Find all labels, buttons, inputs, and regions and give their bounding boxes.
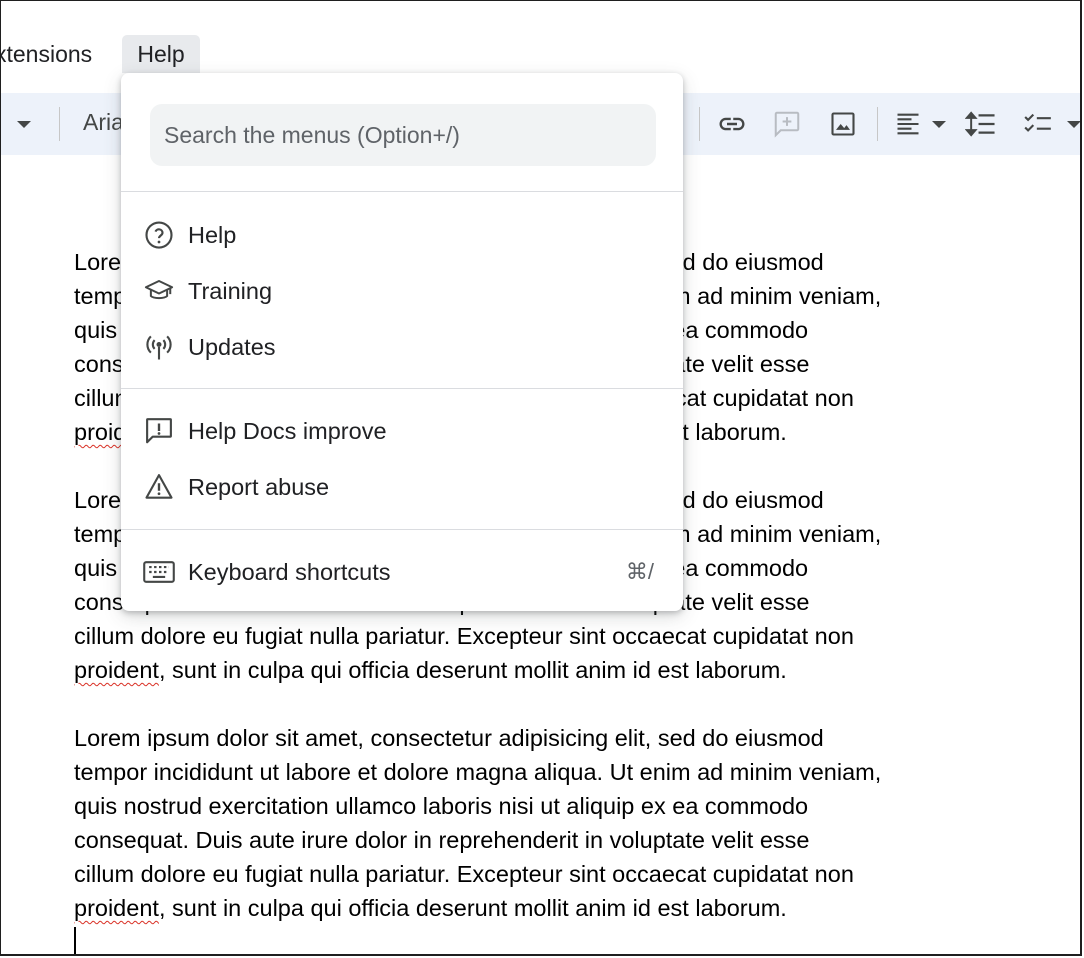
feedback-icon [143,415,175,447]
misspelled-word[interactable]: proident [74,657,159,683]
menu-extensions[interactable]: xtensions [1,35,92,73]
menu-item-help-docs-improve[interactable]: Help Docs improve [121,404,683,458]
help-circle-icon [143,219,175,251]
menu-search-box[interactable] [150,104,656,166]
menu-item-keyboard-shortcuts[interactable]: Keyboard shortcuts ⌘/ [121,545,683,599]
menu-item-label: Keyboard shortcuts [188,558,391,585]
warning-triangle-icon [143,471,175,503]
menu-item-label: Report abuse [188,473,330,500]
menu-item-label: Help [188,221,237,248]
toolbar-divider [877,107,878,141]
paragraph-text: , sunt in culpa qui officia deserunt mol… [158,895,787,921]
align-left-icon[interactable] [891,107,925,141]
keyboard-icon [143,556,175,588]
align-dropdown-caret-icon[interactable] [932,121,946,128]
paragraph-text: Lorem ipsum dolor sit amet, consectetur … [74,725,882,887]
misspelled-word[interactable]: proident [74,895,159,921]
line-spacing-icon[interactable] [964,107,998,141]
menu-divider [121,529,683,530]
toolbar-divider [699,107,700,141]
add-comment-icon[interactable] [770,107,804,141]
toolbar-divider [59,107,60,141]
menu-item-label: Updates [188,333,276,360]
menu-item-report-abuse[interactable]: Report abuse [121,460,683,514]
broadcast-icon [143,331,175,363]
menu-item-training[interactable]: Training [121,264,683,318]
menu-item-label: Help Docs improve [188,417,387,444]
paragraph-text: , sunt in culpa qui officia deserunt mol… [158,657,787,683]
insert-image-icon[interactable] [826,107,860,141]
menu-divider [121,388,683,389]
graduation-cap-icon [143,275,175,307]
font-family-select[interactable]: Aria [83,109,124,136]
menu-item-updates[interactable]: Updates [121,320,683,374]
menu-item-label: Training [188,277,273,304]
app-window: xtensions Help Aria Lorem ipsum [0,0,1082,956]
checklist-dropdown-caret-icon[interactable] [1067,121,1080,128]
menu-search-input[interactable] [162,120,644,150]
keyboard-shortcut-hint: ⌘/ [625,559,654,584]
paragraph: Lorem ipsum dolor sit amet, consectetur … [74,721,974,925]
menu-help[interactable]: Help [122,35,200,73]
text-cursor [74,927,76,954]
style-dropdown-caret-icon[interactable] [17,121,31,128]
menu-bar: xtensions Help [1,35,1080,73]
checklist-icon[interactable] [1021,107,1055,141]
menu-item-help[interactable]: Help [121,208,683,262]
insert-link-icon[interactable] [715,107,749,141]
help-menu-dropdown: Help Training Updates Help Docs improve [121,73,683,611]
menu-divider [121,191,683,192]
